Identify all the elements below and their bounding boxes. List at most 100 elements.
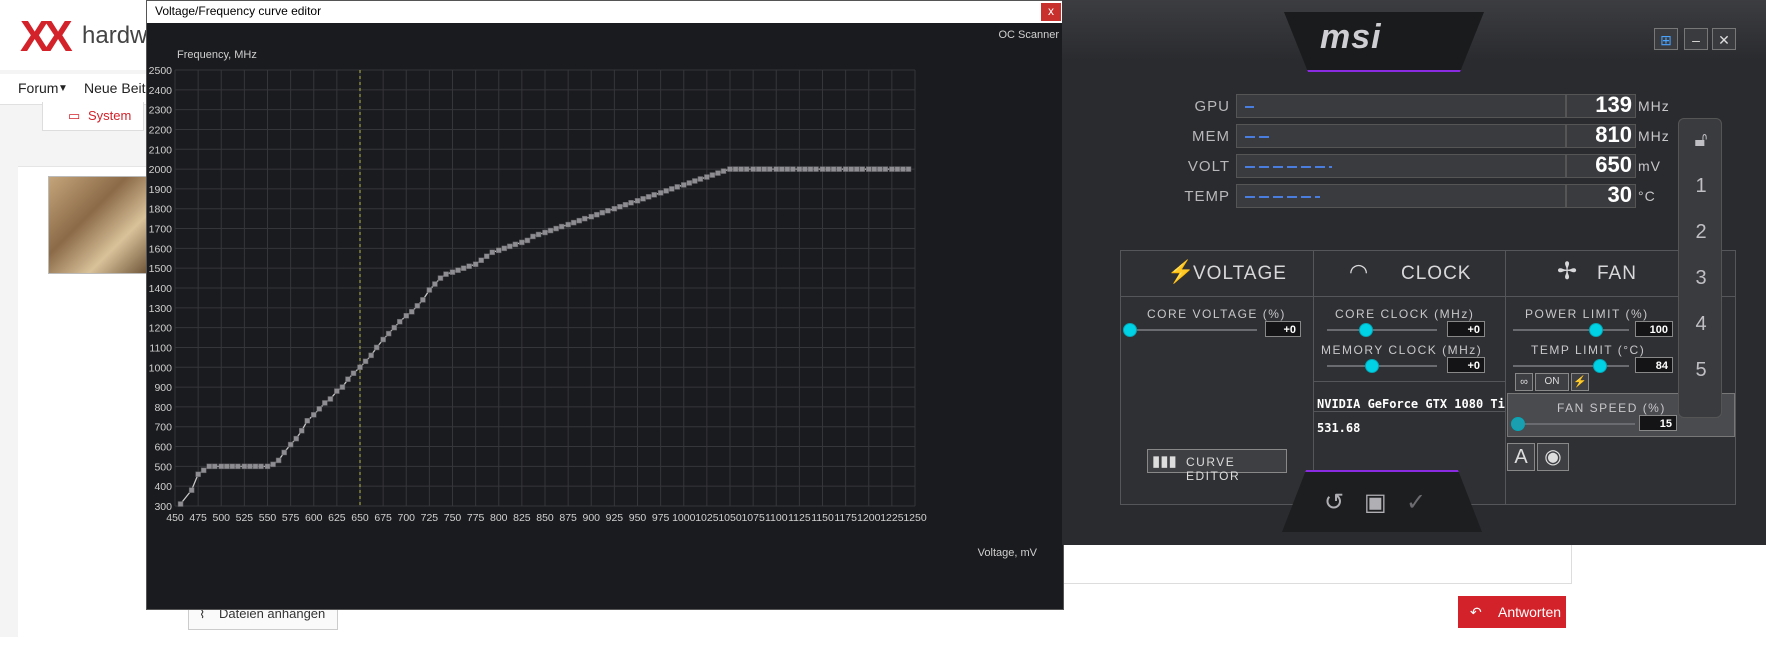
curve-point[interactable] [709, 172, 716, 178]
curve-point[interactable] [547, 227, 554, 234]
curve-point[interactable] [357, 364, 363, 371]
curve-point[interactable] [437, 275, 444, 281]
curve-point[interactable] [681, 182, 687, 188]
curve-point[interactable] [311, 412, 317, 418]
curve-point[interactable] [322, 400, 328, 406]
lightning-icon[interactable]: ⚡ [1571, 373, 1589, 391]
curve-point[interactable] [241, 463, 248, 470]
curve-point[interactable] [426, 287, 433, 293]
nav-new-posts[interactable]: Neue Beitr [84, 80, 150, 96]
curve-point[interactable] [489, 249, 496, 256]
curve-point[interactable] [674, 184, 681, 190]
fan-auto-button[interactable]: A [1507, 443, 1535, 471]
curve-point[interactable] [478, 257, 484, 264]
curve-point[interactable] [380, 336, 386, 343]
core-clock-value[interactable]: +0 [1447, 321, 1485, 337]
fan-speed-value[interactable]: 15 [1639, 415, 1677, 431]
curve-point[interactable] [755, 166, 762, 172]
reply-button[interactable]: ↶ Antworten [1458, 596, 1566, 628]
curve-point[interactable] [611, 205, 618, 212]
curve-point[interactable] [558, 223, 565, 230]
avatar[interactable] [48, 176, 148, 274]
curve-point[interactable] [519, 239, 525, 246]
curve-point[interactable] [264, 463, 271, 470]
user-icon[interactable]: ◉ [1537, 443, 1569, 471]
curve-point[interactable] [385, 330, 392, 337]
site-logo[interactable]: XX [20, 12, 73, 62]
curve-point[interactable] [853, 166, 860, 172]
curve-point[interactable] [807, 166, 814, 172]
core-voltage-value[interactable]: +0 [1265, 321, 1301, 337]
curve-point[interactable] [345, 376, 351, 382]
curve-point[interactable] [449, 269, 456, 275]
curve-point[interactable] [727, 166, 733, 172]
curve-point[interactable] [836, 166, 842, 172]
fan-speed-slider-knob[interactable] [1511, 417, 1525, 431]
curve-point[interactable] [177, 501, 184, 507]
core-voltage-slider-knob[interactable] [1123, 323, 1137, 337]
memory-clock-value[interactable]: +0 [1447, 357, 1485, 373]
core-clock-slider-track[interactable] [1327, 329, 1437, 331]
curve-point[interactable] [738, 166, 744, 172]
curve-point[interactable] [784, 166, 791, 172]
curve-point[interactable] [779, 166, 785, 172]
apply-check-icon[interactable]: ✓ [1406, 488, 1426, 517]
curve-point[interactable] [224, 463, 230, 470]
curve-point[interactable] [715, 170, 721, 176]
curve-point[interactable] [871, 166, 878, 172]
link-icon[interactable]: ∞ [1515, 373, 1533, 391]
curve-point[interactable] [229, 463, 236, 470]
curve-point[interactable] [651, 192, 657, 198]
curve-point[interactable] [403, 312, 409, 319]
close-button[interactable]: x [1041, 3, 1061, 21]
curve-point[interactable] [258, 463, 264, 470]
curve-point[interactable] [373, 344, 380, 351]
windows-icon[interactable]: ⊞ [1654, 28, 1678, 50]
curve-point[interactable] [247, 463, 253, 470]
close-button[interactable]: ✕ [1712, 28, 1736, 50]
curve-point[interactable] [640, 196, 646, 202]
power-limit-slider-track[interactable] [1513, 329, 1629, 331]
curve-point[interactable] [761, 166, 767, 172]
curve-point[interactable] [327, 396, 334, 402]
curve-point[interactable] [877, 166, 883, 172]
curve-point[interactable] [409, 309, 415, 315]
curve-point[interactable] [889, 166, 895, 172]
curve-point[interactable] [605, 207, 611, 214]
curve-point[interactable] [420, 297, 426, 303]
curve-point[interactable] [645, 194, 652, 200]
curve-point[interactable] [252, 463, 259, 470]
curve-point[interactable] [206, 463, 212, 470]
curve-point[interactable] [859, 166, 866, 172]
curve-point[interactable] [553, 225, 559, 232]
profile-3[interactable]: 3 [1679, 267, 1723, 290]
curve-point[interactable] [617, 203, 623, 210]
curve-point[interactable] [368, 352, 374, 359]
curve-point[interactable] [483, 253, 490, 260]
curve-point[interactable] [628, 200, 634, 206]
nav-forum[interactable]: Forum [18, 80, 58, 96]
core-voltage-slider-track[interactable] [1131, 329, 1257, 331]
curve-point[interactable] [397, 318, 403, 325]
power-limit-value[interactable]: 100 [1635, 321, 1673, 337]
curve-point[interactable] [339, 384, 346, 390]
lock-icon[interactable]: 🔓︎ [1679, 129, 1723, 152]
curve-point[interactable] [293, 435, 299, 442]
curve-point[interactable] [668, 186, 675, 192]
curve-point[interactable] [743, 166, 750, 172]
curve-point[interactable] [524, 237, 531, 244]
curve-point[interactable] [582, 215, 588, 222]
profile-1[interactable]: 1 [1679, 175, 1723, 198]
profile-5[interactable]: 5 [1679, 359, 1723, 382]
curve-point[interactable] [790, 166, 796, 172]
curve-point[interactable] [773, 166, 779, 172]
curve-point[interactable] [316, 406, 323, 412]
curve-point[interactable] [900, 166, 906, 172]
link-on-toggle[interactable]: ON [1535, 373, 1569, 391]
curve-point[interactable] [599, 209, 606, 216]
curve-point[interactable] [195, 471, 201, 478]
profile-4[interactable]: 4 [1679, 313, 1723, 336]
curve-point[interactable] [350, 370, 357, 376]
curve-point[interactable] [275, 457, 282, 464]
curve-point[interactable] [235, 463, 241, 470]
